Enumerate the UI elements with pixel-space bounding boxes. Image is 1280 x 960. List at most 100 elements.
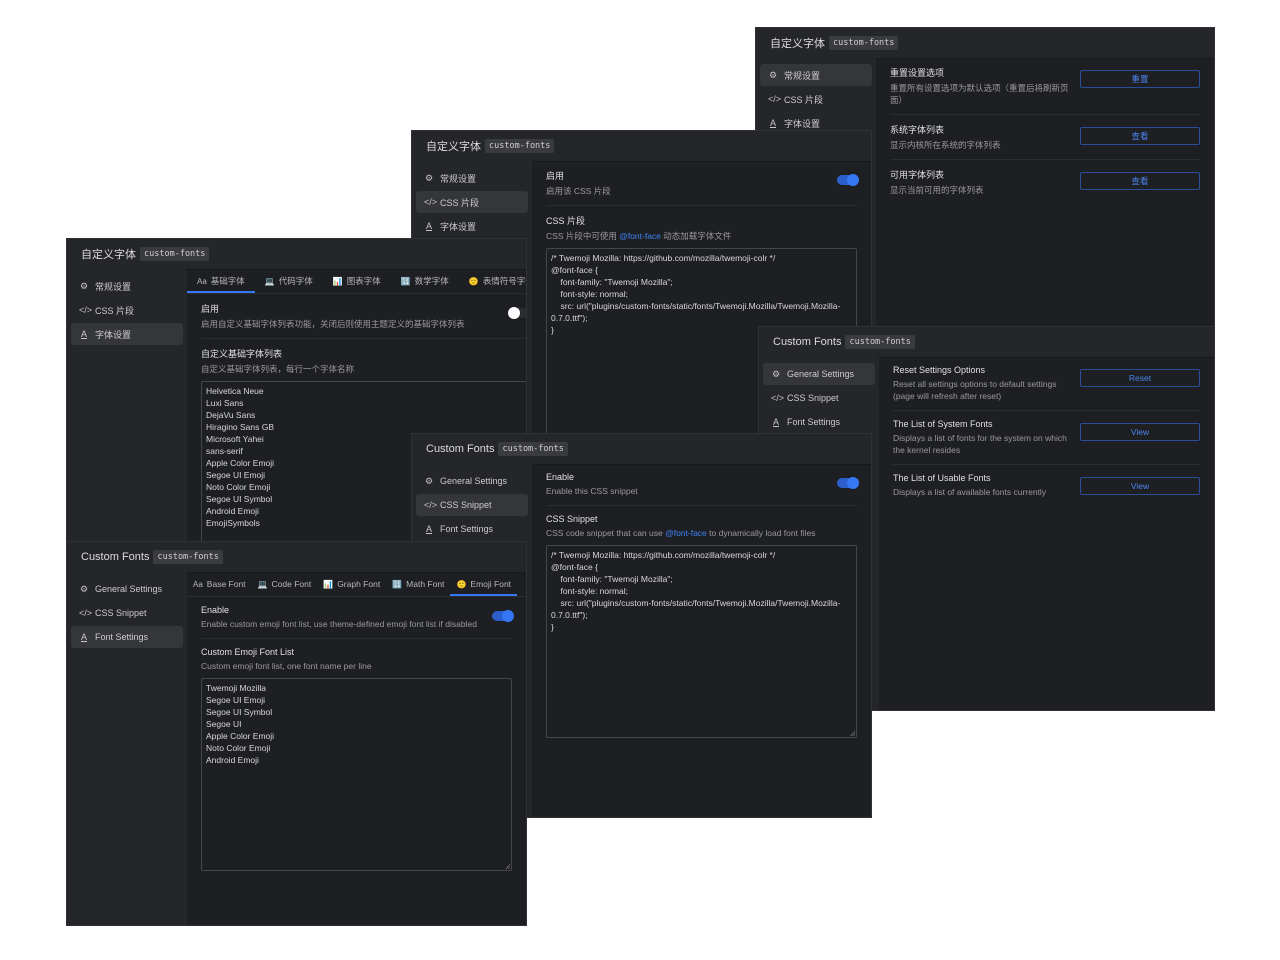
tab-code-font[interactable]: 💻 Code Font — [252, 572, 318, 596]
gear-icon: ⚙ — [771, 368, 781, 379]
package-badge: custom-fonts — [485, 139, 555, 153]
nav-label: CSS Snippet — [440, 500, 492, 510]
font-icon: A — [80, 329, 87, 339]
nav-font-settings[interactable]: A Font Settings — [763, 411, 875, 433]
nav-label: Font Settings — [95, 632, 149, 642]
nav-label: 字体设置 — [95, 329, 132, 340]
nav-general-settings[interactable]: ⚙ General Settings — [71, 578, 183, 600]
nav-css-snippet[interactable]: </> CSS Snippet — [71, 602, 183, 624]
laptop-icon: 💻 — [257, 579, 268, 589]
nav-css-snippet[interactable]: </> CSS Snippet — [416, 494, 528, 516]
font-icon: A — [772, 417, 779, 427]
nav-css-snippet[interactable]: </> CSS 片段 — [760, 88, 872, 110]
numbers-icon: 🔢 — [400, 276, 411, 286]
emoji-font-list-textarea[interactable]: Twemoji Mozilla Segoe UI Emoji Segoe UI … — [201, 678, 512, 871]
nav-css-snippet[interactable]: </> CSS Snippet — [763, 387, 875, 409]
tab-emoji-font[interactable]: 🙂表情符号字体 — [459, 269, 526, 293]
tab-graph-font[interactable]: 📊 图表字体 — [323, 269, 391, 293]
nav-general-settings[interactable]: ⚙ 常规设置 — [71, 275, 183, 297]
nav-label: 常规设置 — [440, 173, 477, 184]
enable-toggle[interactable] — [837, 174, 859, 186]
view-system-fonts-button[interactable]: 查看 — [1080, 127, 1200, 145]
tab-graph-font[interactable]: 📊 Graph Font — [317, 572, 386, 596]
view-usable-fonts-button[interactable]: 查看 — [1080, 172, 1200, 190]
titlebar: Custom Fonts custom-fonts — [412, 434, 871, 465]
nav-label: 字体设置 — [784, 118, 821, 129]
nav-label: CSS 片段 — [784, 94, 824, 105]
laptop-icon: 💻 — [264, 276, 275, 286]
setting-row-reset: Reset Settings Options Reset all settings… — [893, 357, 1200, 411]
setting-row-usable-fonts: The List of Usable Fonts Displays a list … — [893, 465, 1200, 506]
code-icon: </> — [79, 305, 93, 315]
enable-toggle[interactable] — [492, 610, 514, 622]
reset-button[interactable]: Reset — [1080, 369, 1200, 387]
tab-base-font[interactable]: Aa 基础字体 — [187, 269, 255, 293]
nav-label: 字体设置 — [440, 221, 477, 232]
nav-font-settings[interactable]: A 字体设置 — [416, 215, 528, 237]
package-badge: custom-fonts — [829, 36, 899, 50]
nav-general-settings[interactable]: ⚙ General Settings — [416, 470, 528, 492]
code-icon: </> — [424, 500, 438, 510]
chart-icon: 📊 — [323, 579, 334, 589]
setting-row-usable-fonts: 可用字体列表显示当前可用的字体列表 查看 — [890, 160, 1200, 204]
row-title: 可用字体列表 — [890, 170, 945, 180]
setting-row-system-fonts: 系统字体列表 显示内核所在系统的字体列表 查看 — [890, 115, 1200, 160]
resize-handle[interactable] — [850, 731, 855, 736]
tab-math-font[interactable]: 🔢 数学字体 — [391, 269, 459, 293]
font-face-link[interactable]: @font-face — [619, 231, 661, 241]
view-system-fonts-button[interactable]: View — [1080, 423, 1200, 441]
row-desc: Enable custom emoji font list, use theme… — [201, 619, 477, 629]
nav-label: CSS Snippet — [787, 393, 839, 403]
nav-css-snippet[interactable]: </> CSS 片段 — [416, 191, 528, 213]
nav-label: CSS Snippet — [95, 608, 147, 618]
package-badge: custom-fonts — [153, 550, 223, 564]
row-title: Enable — [201, 605, 230, 615]
smiley-icon: 🙂 — [456, 579, 467, 589]
row-title: 启用 — [201, 304, 220, 314]
nav-label: General Settings — [787, 369, 855, 379]
nav-font-settings[interactable]: A Font Settings — [416, 518, 528, 540]
css-snippet-textarea[interactable]: /* Twemoji Mozilla: https://github.com/m… — [546, 545, 857, 738]
nav-general-settings[interactable]: ⚙ 常规设置 — [760, 64, 872, 86]
nav-font-settings[interactable]: A 字体设置 — [71, 323, 183, 345]
font-aa-icon: Aa — [197, 276, 207, 286]
titlebar: Custom Fonts custom-fonts — [67, 542, 526, 573]
row-title: CSS Snippet — [546, 514, 598, 524]
window-en-font-settings: Custom Fonts custom-fonts ⚙ General Setti… — [66, 541, 527, 926]
setting-row-font-list: Custom Emoji Font List Custom emoji font… — [201, 639, 512, 879]
nav-general-settings[interactable]: ⚙ 常规设置 — [416, 167, 528, 189]
tab-emoji-font[interactable]: 🙂 Emoji Font — [450, 572, 517, 596]
enable-toggle[interactable] — [507, 307, 526, 319]
nav-css-snippet[interactable]: </> CSS 片段 — [71, 299, 183, 321]
row-desc: CSS code snippet that can use @font-face… — [546, 528, 816, 538]
chart-icon: 📊 — [332, 276, 343, 286]
row-desc: Displays a list of fonts for the system … — [893, 433, 1067, 455]
row-desc: Displays a list of available fonts curre… — [893, 487, 1047, 497]
view-usable-fonts-button[interactable]: View — [1080, 477, 1200, 495]
resize-handle[interactable] — [505, 864, 510, 869]
setting-row-system-fonts: The List of System Fonts Displays a list … — [893, 411, 1200, 465]
tab-code-font[interactable]: 💻 代码字体 — [255, 269, 323, 293]
window-title: Custom Fonts — [81, 551, 150, 563]
reset-button[interactable]: 重置 — [1080, 70, 1200, 88]
setting-row-reset: 重置设置选项 重置所有设置选项为默认选项（重置后将刷新页面） 重置 — [890, 58, 1200, 115]
nav-label: Font Settings — [440, 524, 494, 534]
font-icon: A — [80, 632, 87, 642]
nav-font-settings[interactable]: A Font Settings — [71, 626, 183, 648]
row-desc: Custom emoji font list, one font name pe… — [201, 661, 372, 671]
tab-base-font[interactable]: Aa Base Font — [187, 572, 252, 596]
nav-label: CSS 片段 — [95, 305, 135, 316]
window-title: 自定义字体 — [81, 249, 136, 261]
row-desc: 显示当前可用的字体列表 — [890, 185, 984, 195]
enable-toggle[interactable] — [837, 477, 859, 489]
package-badge: custom-fonts — [845, 335, 915, 349]
setting-row-enable: Enable Enable custom emoji font list, use… — [201, 597, 514, 639]
tab-math-font[interactable]: 🔢 Math Font — [386, 572, 450, 596]
window-title: 自定义字体 — [770, 38, 825, 50]
code-icon: </> — [768, 94, 782, 104]
nav-label: CSS 片段 — [440, 197, 480, 208]
content: Enable Enable this CSS snippet CSS Snippe… — [532, 464, 871, 817]
nav-general-settings[interactable]: ⚙ General Settings — [763, 363, 875, 385]
nav-label: General Settings — [95, 584, 163, 594]
font-face-link[interactable]: @font-face — [665, 528, 707, 538]
